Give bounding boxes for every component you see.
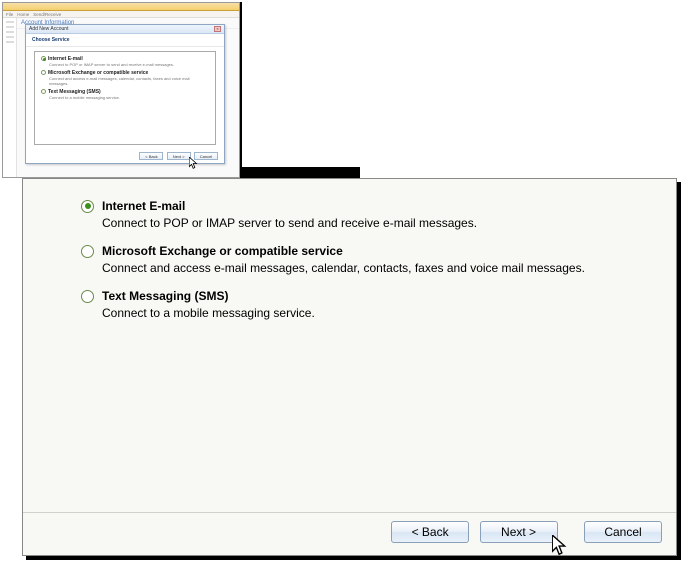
- window-titlebar: [3, 3, 239, 11]
- radio-internet-email[interactable]: [81, 200, 94, 213]
- ribbon-tab: Home: [17, 12, 29, 16]
- ribbon-tabs: File Home Send/Receive: [3, 11, 239, 18]
- radio-sms[interactable]: [81, 290, 94, 303]
- dialog-title: Add New Account: [29, 26, 68, 32]
- service-options-thumb: Internet E-mailConnect to POP or IMAP se…: [34, 51, 216, 145]
- radio-exchange[interactable]: [81, 245, 94, 258]
- cancel-button[interactable]: Cancel: [584, 521, 662, 543]
- option-description: Connect to a mobile messaging service.: [102, 306, 636, 320]
- opt-desc: Connect and access e-mail messages, cale…: [49, 76, 209, 86]
- close-icon[interactable]: ×: [214, 26, 221, 32]
- option-sms[interactable]: Text Messaging (SMS) Connect to a mobile…: [81, 289, 636, 320]
- add-account-dialog-thumb: Add New Account × Choose Service Interne…: [25, 24, 225, 164]
- option-title: Microsoft Exchange or compatible service: [102, 244, 343, 258]
- opt-desc: Connect to POP or IMAP server to send an…: [49, 62, 209, 67]
- dialog-footer: < Back Next > Cancel: [23, 512, 676, 543]
- next-button[interactable]: Next >: [480, 521, 558, 543]
- option-description: Connect to POP or IMAP server to send an…: [102, 216, 636, 230]
- choose-service-dialog: Internet E-mail Connect to POP or IMAP s…: [22, 178, 677, 556]
- option-title: Internet E-mail: [102, 199, 185, 213]
- ribbon-tab: Send/Receive: [33, 12, 61, 16]
- connector-bar: [242, 167, 360, 178]
- dialog-subtitle: Choose Service: [32, 37, 70, 43]
- back-button[interactable]: < Back: [391, 521, 469, 543]
- backstage-main: Account Information Add New Account × Ch…: [17, 18, 239, 177]
- back-button-thumb[interactable]: < Back: [139, 152, 163, 160]
- service-options: Internet E-mail Connect to POP or IMAP s…: [23, 179, 676, 344]
- ribbon-tab: File: [6, 12, 13, 16]
- next-button-thumb[interactable]: Next >: [167, 152, 191, 160]
- option-description: Connect and access e-mail messages, cale…: [102, 261, 636, 275]
- cancel-button-thumb[interactable]: Cancel: [194, 152, 218, 160]
- option-exchange[interactable]: Microsoft Exchange or compatible service…: [81, 244, 636, 275]
- window-edge-shadow: [240, 2, 242, 178]
- opt-desc: Connect to a mobile messaging service.: [49, 95, 209, 100]
- outlook-window-thumbnail: File Home Send/Receive Account Informati…: [2, 2, 240, 178]
- option-title: Text Messaging (SMS): [102, 289, 228, 303]
- option-internet-email[interactable]: Internet E-mail Connect to POP or IMAP s…: [81, 199, 636, 230]
- backstage-sidebar: [3, 18, 17, 177]
